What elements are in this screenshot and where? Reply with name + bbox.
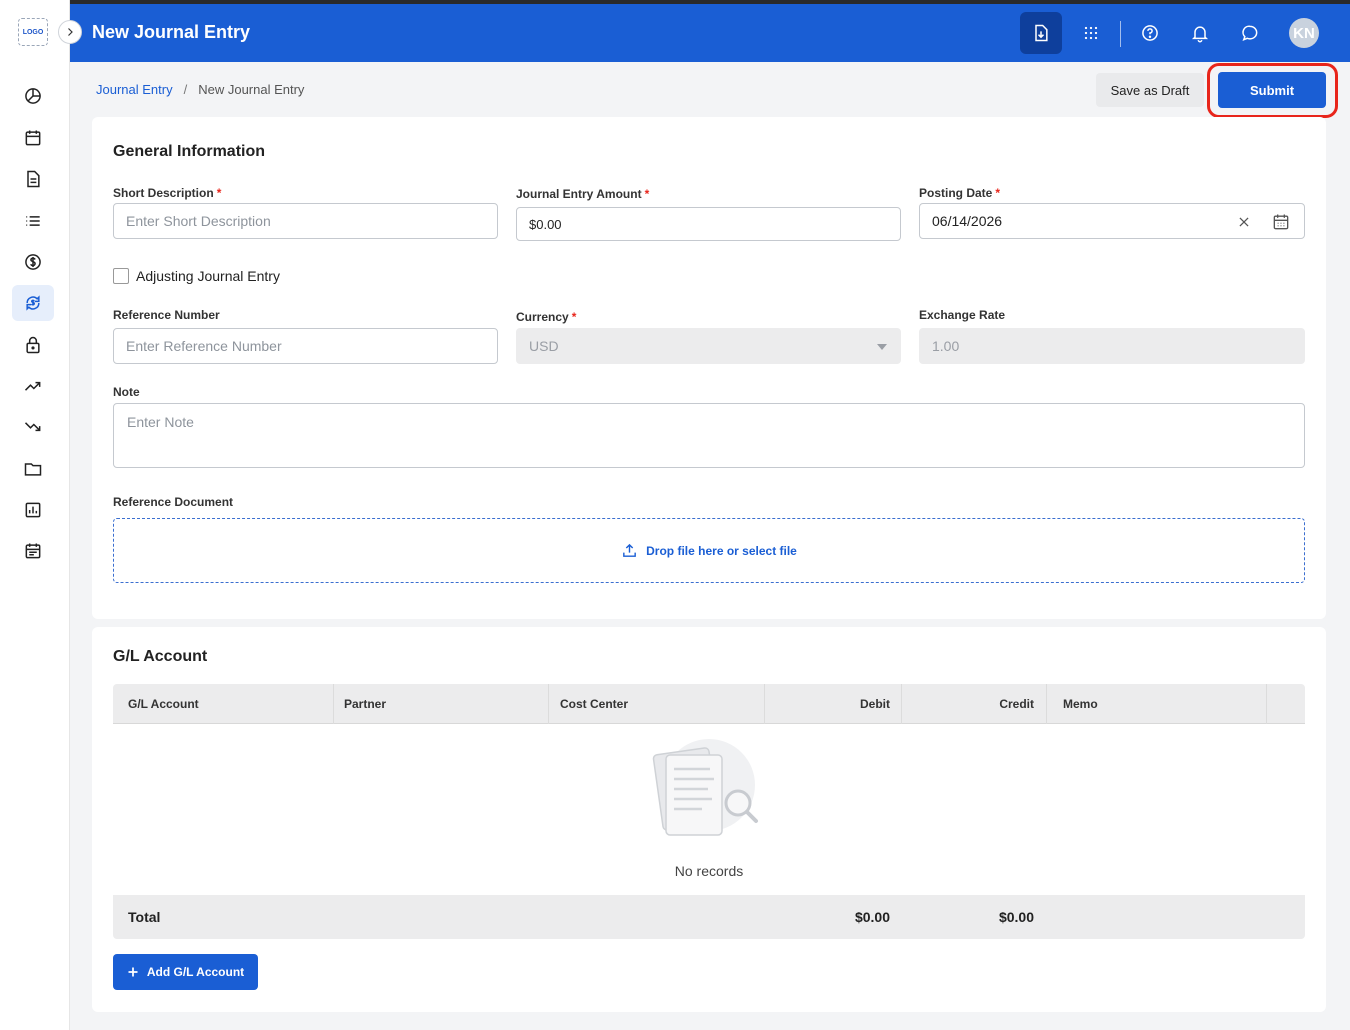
adjusting-journal-entry-label: Adjusting Journal Entry (136, 268, 280, 284)
breadcrumb: Journal Entry / New Journal Entry (96, 82, 304, 97)
app-logo[interactable]: LOGO (18, 18, 48, 46)
no-records-illustration (652, 739, 758, 836)
help-icon[interactable] (1129, 12, 1171, 54)
bell-icon[interactable] (1179, 12, 1221, 54)
document-download-icon[interactable] (1020, 12, 1062, 54)
gl-table-header: G/L Account Partner Cost Center Debit Cr… (113, 684, 1305, 724)
column-header-cost-center[interactable]: Cost Center (560, 684, 628, 724)
chat-icon[interactable] (1229, 12, 1271, 54)
add-gl-account-label: Add G/L Account (146, 965, 245, 979)
required-marker: * (216, 186, 222, 200)
trending-up-icon[interactable] (12, 368, 54, 404)
file-dropzone[interactable]: Drop file here or select file (113, 518, 1305, 583)
reference-document-label: Reference Document (113, 495, 234, 509)
total-debit: $0.00 (854, 909, 890, 925)
breadcrumb-separator: / (183, 82, 188, 97)
required-marker: * (995, 186, 1001, 200)
column-header-debit[interactable]: Debit (764, 684, 890, 724)
gl-total-row: Total $0.00 $0.00 (113, 895, 1305, 939)
toolbar-divider (1120, 21, 1121, 47)
reference-number-input[interactable]: Enter Reference Number (113, 328, 498, 364)
report-icon[interactable] (12, 492, 54, 528)
gl-account-title: G/L Account (113, 648, 208, 665)
document-icon[interactable] (12, 161, 54, 197)
plus-icon (128, 967, 138, 977)
posting-date-label: Posting Date * (919, 186, 1001, 200)
exchange-rate-input[interactable]: 1.00 (919, 328, 1305, 364)
currency-select[interactable]: USD (516, 328, 901, 364)
note-label: Note (113, 385, 140, 399)
left-nav-rail: LOGO (0, 0, 70, 1030)
user-avatar[interactable]: KN (1289, 18, 1319, 48)
currency-exchange-icon[interactable] (12, 285, 54, 321)
reference-number-label: Reference Number (113, 308, 220, 322)
general-information-title: General Information (113, 143, 266, 160)
add-gl-account-button[interactable]: Add G/L Account (113, 954, 258, 990)
breadcrumb-parent-link[interactable]: Journal Entry (96, 82, 173, 97)
total-label: Total (128, 909, 161, 925)
clear-icon[interactable] (1237, 215, 1251, 229)
posting-date-input[interactable]: 06/14/2026 (919, 203, 1305, 239)
calendar-icon[interactable] (1271, 212, 1291, 232)
exchange-rate-label: Exchange Rate (919, 308, 1006, 322)
apps-grid-icon[interactable] (1070, 12, 1112, 54)
upload-icon (623, 543, 637, 557)
top-app-bar: New Journal Entry KN (70, 0, 1350, 62)
submit-button[interactable]: Submit (1218, 72, 1326, 108)
lock-icon[interactable] (12, 327, 54, 363)
currency-label: Currency * (516, 310, 577, 324)
save-as-draft-button[interactable]: Save as Draft (1096, 73, 1204, 107)
adjusting-journal-entry-checkbox[interactable] (113, 268, 129, 284)
schedule-icon[interactable] (12, 533, 54, 569)
expand-nav-button[interactable] (58, 20, 82, 44)
list-icon[interactable] (12, 203, 54, 239)
short-description-label: Short Description * (113, 186, 222, 200)
page-title: New Journal Entry (92, 22, 251, 42)
column-divider (548, 684, 549, 724)
calendar-icon[interactable] (12, 120, 54, 156)
column-divider (333, 684, 334, 724)
gl-account-card: G/L Account G/L Account Partner Cost Cen… (92, 627, 1326, 1012)
required-marker: * (644, 187, 650, 201)
general-information-card: General Information Short Description * E… (92, 117, 1326, 619)
journal-entry-amount-label: Journal Entry Amount * (516, 187, 650, 201)
column-header-partner[interactable]: Partner (344, 684, 386, 724)
dropzone-text: Drop file here or select file (646, 543, 797, 558)
column-header-memo[interactable]: Memo (1063, 684, 1098, 724)
chevron-right-icon (68, 28, 73, 36)
breadcrumb-current: New Journal Entry (198, 82, 305, 97)
caret-down-icon (877, 344, 887, 350)
pie-chart-icon[interactable] (12, 78, 54, 114)
column-divider (1046, 684, 1047, 724)
required-marker: * (571, 310, 577, 324)
note-textarea[interactable]: Enter Note (113, 403, 1305, 468)
no-records-text: No records (674, 863, 744, 879)
currency-value: USD (529, 338, 559, 354)
column-header-credit[interactable]: Credit (901, 684, 1034, 724)
folder-icon[interactable] (12, 451, 54, 487)
column-divider (1266, 684, 1267, 724)
column-header-gl-account[interactable]: G/L Account (128, 684, 199, 724)
trending-down-icon[interactable] (12, 409, 54, 445)
journal-entry-amount-input[interactable]: $0.00 (516, 207, 901, 241)
posting-date-value: 06/14/2026 (932, 213, 1003, 229)
short-description-input[interactable]: Enter Short Description (113, 203, 498, 239)
dollar-icon[interactable] (12, 244, 54, 280)
total-credit: $0.00 (998, 909, 1034, 925)
